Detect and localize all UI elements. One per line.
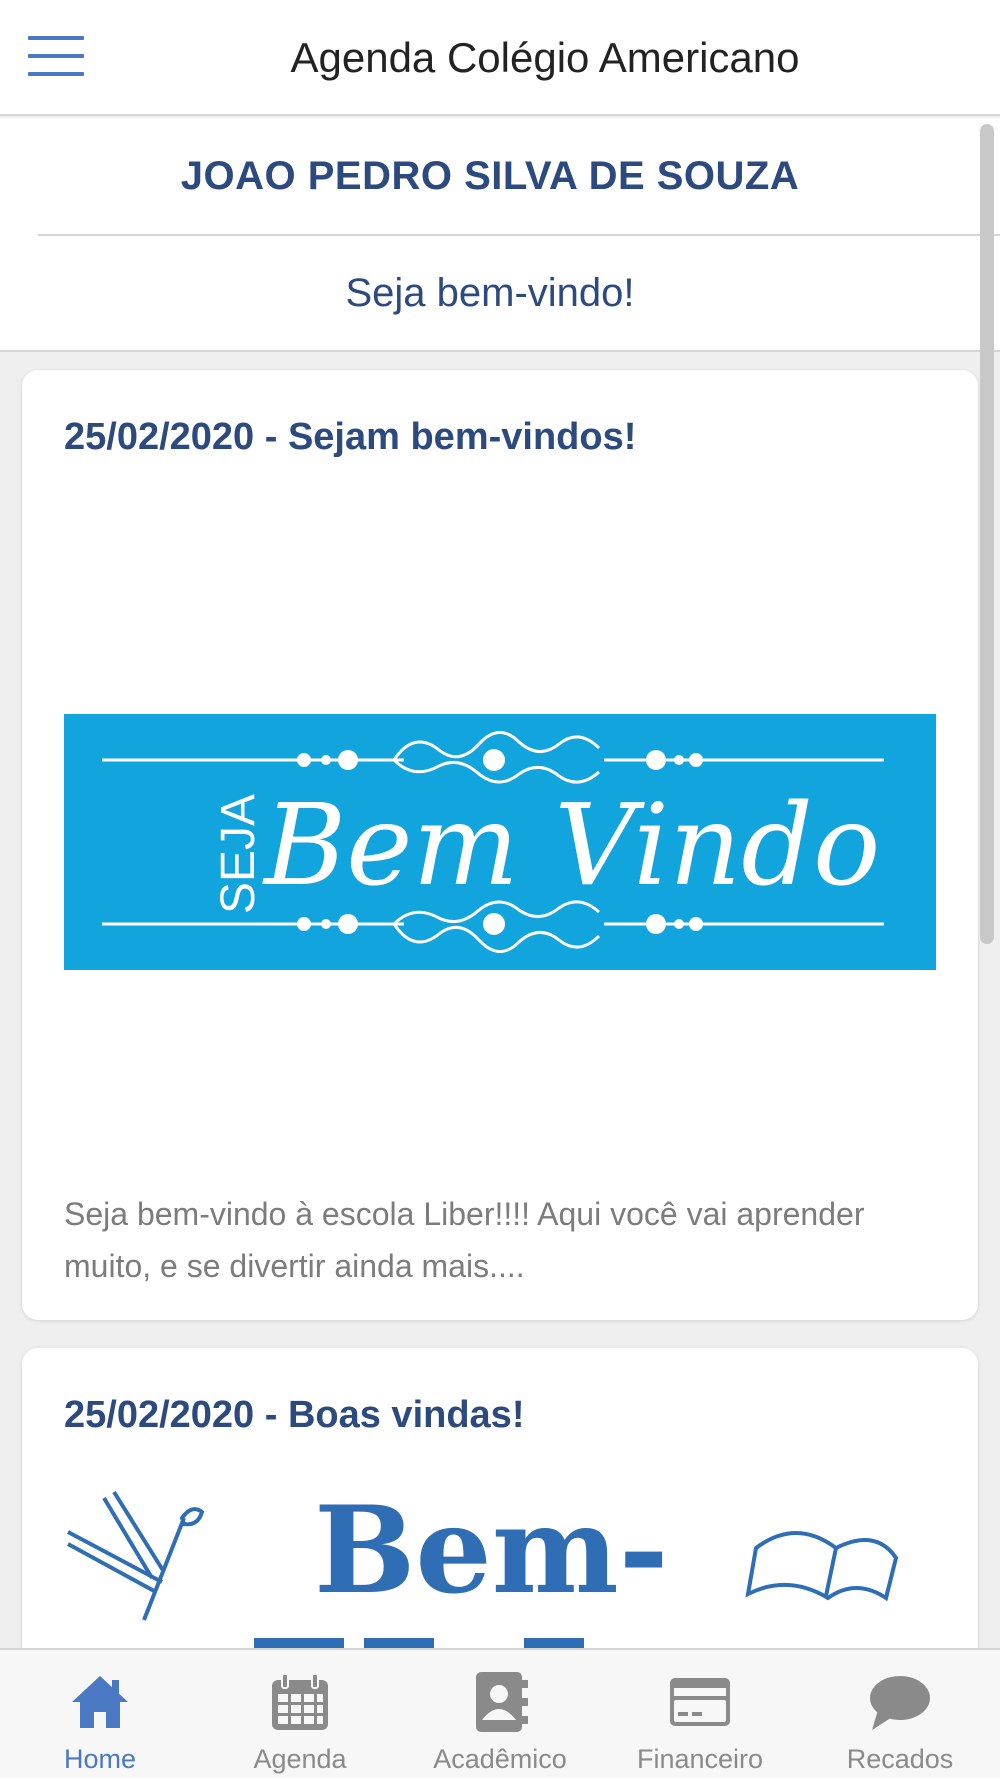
- nav-label-agenda: Agenda: [253, 1744, 347, 1774]
- banner-seja-text: SEJA: [212, 794, 265, 914]
- sketch-bem-text: Bem-: [314, 1488, 669, 1621]
- app-title: Agenda Colégio Americano: [290, 34, 800, 81]
- nav-item-recados[interactable]: Recados: [800, 1650, 1000, 1778]
- news-card-title: 25/02/2020 - Sejam bem-vindos!: [64, 416, 637, 458]
- credit-card-icon: [670, 1678, 730, 1726]
- top-bar: Agenda Colégio Americano: [0, 0, 1000, 116]
- welcome-banner-image: SEJA Bem Vindo: [64, 714, 936, 970]
- chat-bubble-icon: [870, 1676, 930, 1730]
- calendar-icon: [272, 1673, 328, 1730]
- banner-bem-vindo-text: Bem Vindo: [262, 781, 880, 911]
- contact-book-icon: [476, 1672, 528, 1732]
- welcome-message: Seja bem-vindo!: [345, 270, 635, 315]
- nav-item-home[interactable]: Home: [0, 1650, 200, 1778]
- nav-item-financeiro[interactable]: Financeiro: [600, 1650, 800, 1778]
- content-scroll-area[interactable]: JOAO PEDRO SILVA DE SOUZA Seja bem-vindo…: [0, 118, 1000, 1648]
- nav-item-academico[interactable]: Acadêmico: [400, 1650, 600, 1778]
- bottom-navigation: Home Agenda Acadêmico Financeiro Recados: [0, 1648, 1000, 1778]
- nav-label-academico: Acadêmico: [433, 1744, 567, 1774]
- student-name: JOAO PEDRO SILVA DE SOUZA: [180, 153, 800, 198]
- news-card-title: 25/02/2020 - Boas vindas!: [64, 1394, 525, 1436]
- scrollbar[interactable]: [980, 124, 994, 944]
- profile-header: JOAO PEDRO SILVA DE SOUZA Seja bem-vindo…: [0, 118, 1000, 352]
- app-root: Agenda Colégio Americano JOAO PEDRO SILV…: [0, 0, 1000, 1778]
- news-card[interactable]: 25/02/2020 - Boas vindas! Bem-: [22, 1348, 978, 1648]
- news-card[interactable]: 25/02/2020 - Sejam bem-vindos! SEJA Bem …: [22, 370, 978, 1320]
- nav-label-recados: Recados: [846, 1744, 954, 1774]
- boas-vindas-sketch-image: Bem-: [64, 1480, 944, 1648]
- nav-item-agenda[interactable]: Agenda: [200, 1650, 400, 1778]
- nav-label-financeiro: Financeiro: [636, 1744, 764, 1774]
- news-card-text: Seja bem-vindo à escola Liber!!!! Aqui v…: [64, 1196, 865, 1284]
- nav-label-home: Home: [63, 1744, 137, 1774]
- home-icon: [72, 1676, 128, 1728]
